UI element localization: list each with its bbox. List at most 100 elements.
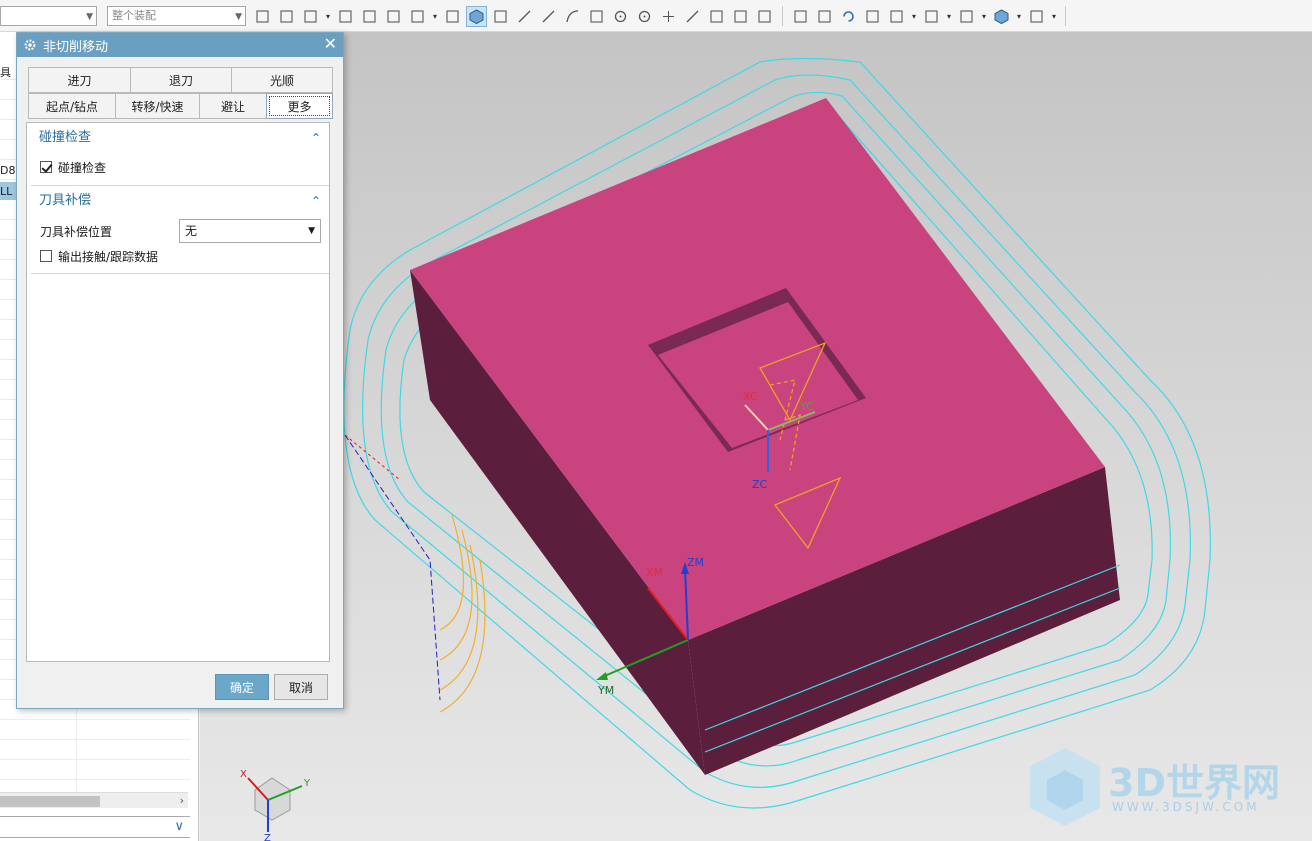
collision-check-checkbox[interactable]	[40, 161, 52, 173]
angled-line-icon[interactable]	[538, 6, 559, 27]
intersect-icon[interactable]	[586, 6, 607, 27]
rotate-icon[interactable]	[838, 6, 859, 27]
xm-label: XM	[646, 566, 663, 579]
model-scene: XC YC ZC XM YM ZM X Y Z	[240, 57, 1211, 841]
output-contact-checkbox[interactable]	[40, 250, 52, 262]
horizontal-scrollbar[interactable]: ›	[0, 792, 188, 808]
display-icon[interactable]	[921, 6, 942, 27]
dialog-title: 非切削移动	[43, 39, 109, 55]
snap-icon[interactable]	[276, 6, 297, 27]
tab-smoothing[interactable]: 光顺	[231, 67, 333, 93]
toolbar-separator	[782, 6, 783, 26]
face-icon[interactable]	[359, 6, 380, 27]
dropdown-arrow-icon[interactable]: ▾	[980, 12, 988, 21]
cancel-button[interactable]: 取消	[274, 674, 328, 700]
section-compensation-header[interactable]: 刀具补偿 ⌃	[27, 188, 329, 214]
chevron-down-icon: ▼	[86, 12, 93, 22]
assembly-scope-combo[interactable]: 整个装配 ▼	[107, 6, 246, 26]
curve-icon[interactable]	[335, 6, 356, 27]
dropdown-arrow-icon[interactable]: ▾	[945, 12, 953, 21]
table-row[interactable]	[0, 740, 190, 760]
table-row[interactable]	[0, 760, 190, 780]
color-icon[interactable]	[1026, 6, 1047, 27]
quadrant-icon[interactable]	[634, 6, 655, 27]
tab-engage[interactable]: 进刀	[28, 67, 131, 93]
dialog-title-bar[interactable]: 非切削移动 ✕	[17, 33, 343, 57]
close-icon[interactable]: ✕	[324, 35, 337, 53]
row-text-partial: LL	[0, 185, 13, 198]
compensation-position-label: 刀具补偿位置	[40, 225, 113, 239]
dropdown-arrow-icon[interactable]: ▾	[431, 12, 439, 21]
scrollbar-thumb[interactable]	[0, 796, 100, 807]
compensation-position-value: 无	[185, 224, 198, 238]
main-toolbar: ▼ 整个装配 ▼ ▾ ▾ ▾ ▾ ▾ ▾ ▾	[0, 0, 1312, 32]
layers-icon[interactable]	[886, 6, 907, 27]
brush-icon[interactable]	[862, 6, 883, 27]
section-divider	[31, 273, 329, 274]
dropdown-arrow-icon[interactable]: ▾	[1050, 12, 1058, 21]
tab-more[interactable]: 更多	[266, 93, 333, 119]
scroll-right-icon[interactable]: ›	[180, 794, 184, 807]
section-collision-title: 碰撞检查	[39, 130, 92, 145]
collision-check-row[interactable]: 碰撞检查	[40, 158, 106, 176]
compensation-position-select[interactable]: 无 ▼	[179, 219, 321, 243]
collision-check-label: 碰撞检查	[58, 160, 107, 175]
assembly-scope-value: 整个装配	[112, 9, 156, 22]
column-header-partial: 具	[0, 66, 11, 79]
graphics-viewport[interactable]: XC YC ZC XM YM ZM X Y Z 3D世界网 WWW.3DSJW.…	[200, 32, 1312, 841]
line-icon[interactable]	[514, 6, 535, 27]
gear-icon	[24, 39, 36, 51]
watermark-url: WWW.3DSJW.COM	[1112, 800, 1260, 814]
triad-x-label: X	[240, 769, 247, 780]
rect-select-icon[interactable]	[407, 6, 428, 27]
line-tool-icon[interactable]	[682, 6, 703, 27]
type-filter-combo[interactable]: ▼	[0, 6, 97, 26]
chevron-up-icon[interactable]: ⌃	[311, 188, 321, 214]
body-icon[interactable]	[383, 6, 404, 27]
tab-content-panel: 碰撞检查 ⌃ 碰撞检查 刀具补偿 ⌃ 刀具补偿位置 无 ▼ 输出接触/跟踪数据	[26, 122, 330, 662]
faces-icon[interactable]	[730, 6, 751, 27]
table-row[interactable]	[0, 720, 190, 740]
fit-view-icon[interactable]	[790, 6, 811, 27]
tab-avoidance[interactable]: 避让	[199, 93, 267, 119]
chevron-up-icon[interactable]: ⌃	[311, 125, 321, 151]
point-cloud-icon[interactable]	[490, 6, 511, 27]
output-contact-label: 输出接触/跟踪数据	[58, 249, 159, 264]
table-icon[interactable]	[754, 6, 775, 27]
zm-label: ZM	[687, 556, 704, 569]
dropdown-arrow-icon[interactable]: ▾	[324, 12, 332, 21]
solid-view-icon[interactable]	[466, 5, 487, 27]
render-icon[interactable]	[956, 6, 977, 27]
watermark-brand: 3D世界网	[1108, 761, 1280, 805]
triad-z-label: Z	[264, 833, 271, 841]
output-contact-row[interactable]: 输出接触/跟踪数据	[40, 247, 158, 265]
select-filter-icon[interactable]	[252, 6, 273, 27]
dropdown-arrow-icon[interactable]: ▾	[910, 12, 918, 21]
tab-start-drill-points[interactable]: 起点/钻点	[28, 93, 116, 119]
watermark-logo	[1030, 748, 1100, 826]
row-text-partial: D8	[0, 164, 16, 177]
chevron-down-icon: ▼	[308, 226, 315, 236]
dashed-path	[344, 434, 441, 701]
zc-label: ZC	[752, 478, 768, 491]
surface-icon[interactable]	[706, 6, 727, 27]
cube-view-icon[interactable]	[991, 6, 1012, 27]
chevron-down-icon[interactable]: ∨	[174, 819, 184, 834]
yc-label: YC	[799, 400, 814, 413]
ym-label: YM	[597, 684, 614, 697]
details-panel-header[interactable]: ∨	[0, 816, 190, 838]
point-add-icon[interactable]	[300, 6, 321, 27]
circle-center-icon[interactable]	[610, 6, 631, 27]
tab-transfer-rapid[interactable]: 转移/快速	[115, 93, 200, 119]
non-cutting-moves-dialog: 非切削移动 ✕ 进刀 退刀 光顺 起点/钻点 转移/快速 避让 更多 碰撞检查 …	[16, 32, 344, 709]
arc-icon[interactable]	[562, 6, 583, 27]
shaded-icon[interactable]	[442, 6, 463, 27]
tab-retract[interactable]: 退刀	[130, 67, 232, 93]
dropdown-arrow-icon[interactable]: ▾	[1015, 12, 1023, 21]
section-collision-header[interactable]: 碰撞检查 ⌃	[27, 125, 329, 151]
plus-point-icon[interactable]	[658, 6, 679, 27]
toolbar-icon-group: ▾ ▾ ▾ ▾ ▾ ▾ ▾	[252, 4, 1070, 28]
view-triad-icon: X Y Z	[240, 769, 311, 841]
ok-button[interactable]: 确定	[215, 674, 269, 700]
zoom-region-icon[interactable]	[814, 6, 835, 27]
